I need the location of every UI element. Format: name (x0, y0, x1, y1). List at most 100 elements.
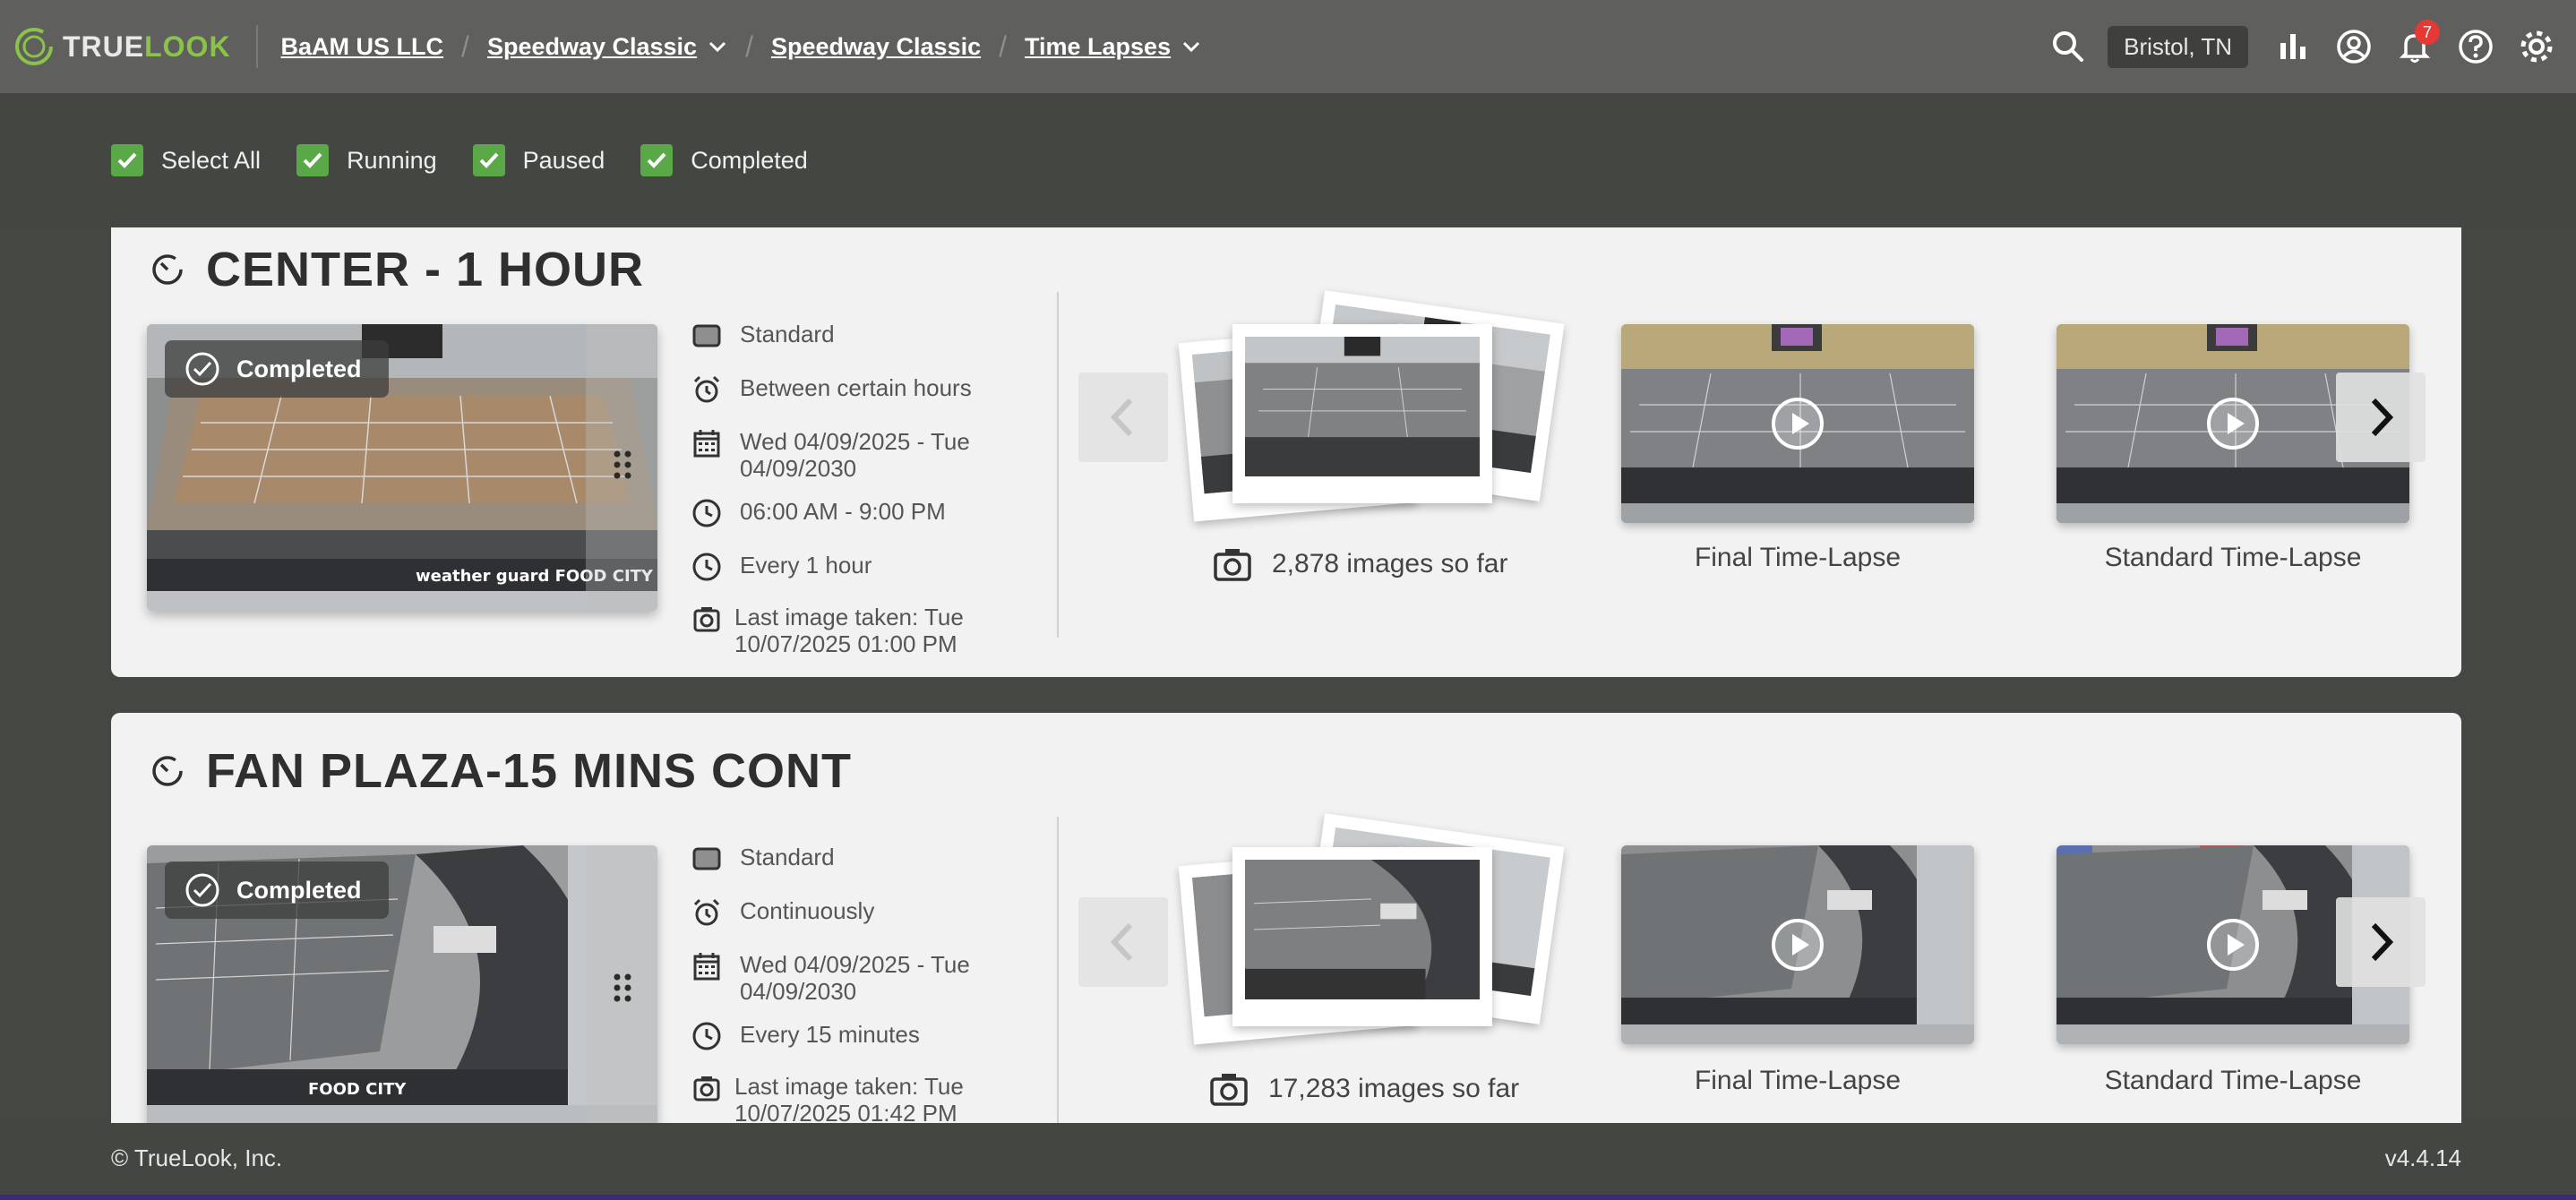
drag-handle-icon[interactable] (613, 973, 632, 1003)
play-icon[interactable] (1770, 917, 1825, 973)
card-title-row: CENTER - 1 HOUR (149, 242, 644, 297)
page-footer: © TrueLook, Inc. v4.4.14 (0, 1123, 2576, 1195)
camera-outline-icon (693, 607, 720, 632)
clock-icon (692, 499, 721, 527)
calendar-icon (693, 953, 720, 981)
version-text: v4.4.14 (2384, 1144, 2461, 1171)
chevron-down-icon[interactable] (708, 37, 727, 56)
filter-label: Select All (161, 146, 262, 174)
track-photo (1245, 860, 1480, 999)
account-icon[interactable] (2334, 27, 2374, 66)
camera-thumbnail[interactable]: weather guard FOOD CITY Completed (147, 324, 657, 611)
detail-text: Every 1 hour (740, 552, 872, 579)
calendar-icon (693, 430, 720, 458)
alarm-clock-icon (693, 375, 720, 403)
image-count-text: 2,878 images so far (1272, 549, 1508, 579)
clock-icon (692, 553, 721, 581)
detail-text: Continuously (740, 897, 875, 924)
filter-running[interactable]: Running (296, 144, 437, 176)
carousel-next-button[interactable] (2336, 373, 2426, 462)
detail-text: Between certain hours (740, 374, 972, 401)
detail-text: 06:00 AM - 9:00 PM (740, 498, 946, 525)
clock-icon (692, 1022, 721, 1050)
format-icon (692, 847, 721, 870)
time-lapse-list: CENTER - 1 HOUR weather guard FOOD CITY (0, 227, 2576, 1123)
final-time-lapse-video[interactable] (1621, 324, 1974, 523)
format-icon (692, 324, 721, 347)
detail-text: Wed 04/09/2025 - Tue 04/09/2030 (740, 428, 970, 482)
status-label: Completed (236, 876, 362, 904)
detail-type: Standard (691, 844, 1000, 874)
checkbox-checked-icon[interactable] (111, 144, 143, 176)
image-gallery-stack[interactable] (1178, 290, 1565, 530)
help-icon[interactable] (2456, 27, 2495, 66)
alarm-clock-icon (693, 898, 720, 926)
breadcrumb: BaAM US LLC / Speedway Classic / Speedwa… (281, 30, 1202, 64)
logo-ring-icon (15, 28, 53, 65)
play-icon[interactable] (2205, 396, 2261, 451)
detail-text: Standard (740, 844, 835, 870)
chevron-down-icon[interactable] (1181, 37, 1201, 56)
video-label: Final Time-Lapse (1694, 1066, 1902, 1095)
card-title-row: FAN PLAZA-15 MINS CONT (149, 743, 852, 799)
notification-count-badge: 7 (2415, 20, 2440, 45)
filter-select-all[interactable]: Select All (111, 144, 261, 176)
detail-text: Standard (740, 321, 835, 347)
drag-handle-icon[interactable] (613, 450, 632, 480)
image-count: 2,878 images so far (1213, 546, 1507, 582)
truelook-logo[interactable]: TRUELOOK (13, 25, 231, 68)
camera-thumbnail[interactable]: FOOD CITY Completed (147, 845, 657, 1123)
check-circle-icon (185, 873, 219, 907)
breadcrumb-separator: / (999, 30, 1007, 63)
bar-chart-icon[interactable] (2273, 27, 2313, 66)
search-icon[interactable] (2048, 27, 2088, 66)
breadcrumb-time-lapses[interactable]: Time Lapses (1025, 33, 1171, 61)
breadcrumb-separator: / (461, 30, 469, 63)
filter-label: Running (347, 146, 437, 174)
filter-label: Paused (522, 146, 605, 174)
checkbox-checked-icon[interactable] (472, 144, 505, 176)
status-badge: Completed (165, 340, 389, 398)
breadcrumb-project[interactable]: Speedway Classic (487, 33, 697, 61)
checkbox-checked-icon[interactable] (640, 144, 674, 176)
video-label: Standard Time-Lapse (2104, 543, 2362, 572)
detail-interval: Every 15 minutes (691, 1021, 1000, 1051)
image-count-text: 17,283 images so far (1268, 1074, 1520, 1103)
time-lapse-card: CENTER - 1 HOUR weather guard FOOD CITY (111, 227, 2461, 677)
location-badge[interactable]: Bristol, TN (2108, 25, 2248, 68)
filter-completed[interactable]: Completed (640, 144, 808, 176)
image-gallery-stack[interactable] (1178, 813, 1565, 1053)
carousel-prev-button[interactable] (1078, 373, 1168, 462)
video-label: Standard Time-Lapse (2104, 1066, 2362, 1095)
copyright-text: © TrueLook, Inc. (111, 1144, 283, 1171)
detail-schedule: Continuously (691, 897, 1000, 928)
detail-type: Standard (691, 321, 1000, 351)
final-time-lapse-video[interactable] (1621, 845, 1974, 1044)
play-icon[interactable] (2205, 917, 2261, 973)
detail-date-range: Wed 04/09/2025 - Tue 04/09/2030 (691, 951, 1000, 1005)
carousel-prev-button[interactable] (1078, 897, 1168, 987)
chevron-right-icon (2371, 922, 2394, 962)
header-divider (255, 25, 258, 68)
breadcrumb-company[interactable]: BaAM US LLC (281, 33, 444, 61)
status-badge: Completed (165, 861, 389, 919)
detail-schedule: Between certain hours (691, 374, 1000, 405)
header-actions: Bristol, TN 7 (2038, 0, 2576, 93)
play-icon[interactable] (1770, 396, 1825, 451)
track-photo (1245, 337, 1480, 476)
svg-text:FOOD CITY: FOOD CITY (308, 1080, 407, 1099)
timelapse-icon (152, 254, 183, 285)
filter-paused[interactable]: Paused (472, 144, 605, 176)
carousel-next-button[interactable] (2336, 897, 2426, 987)
detail-text: Wed 04/09/2025 - Tue 04/09/2030 (740, 951, 970, 1005)
notifications-button[interactable]: 7 (2395, 20, 2440, 66)
checkbox-checked-icon[interactable] (296, 144, 330, 176)
detail-text: Every 15 minutes (740, 1021, 920, 1048)
breadcrumb-site[interactable]: Speedway Classic (771, 33, 981, 61)
camera-icon (1214, 549, 1251, 581)
window-bottom-edge (0, 1195, 2576, 1200)
gear-icon[interactable] (2517, 27, 2556, 66)
card-title: CENTER - 1 HOUR (206, 243, 645, 296)
status-filter-bar: Select All Running Paused Completed (0, 93, 2576, 227)
detail-text: Last image taken: Tue 10/07/2025 01:00 P… (734, 604, 964, 657)
